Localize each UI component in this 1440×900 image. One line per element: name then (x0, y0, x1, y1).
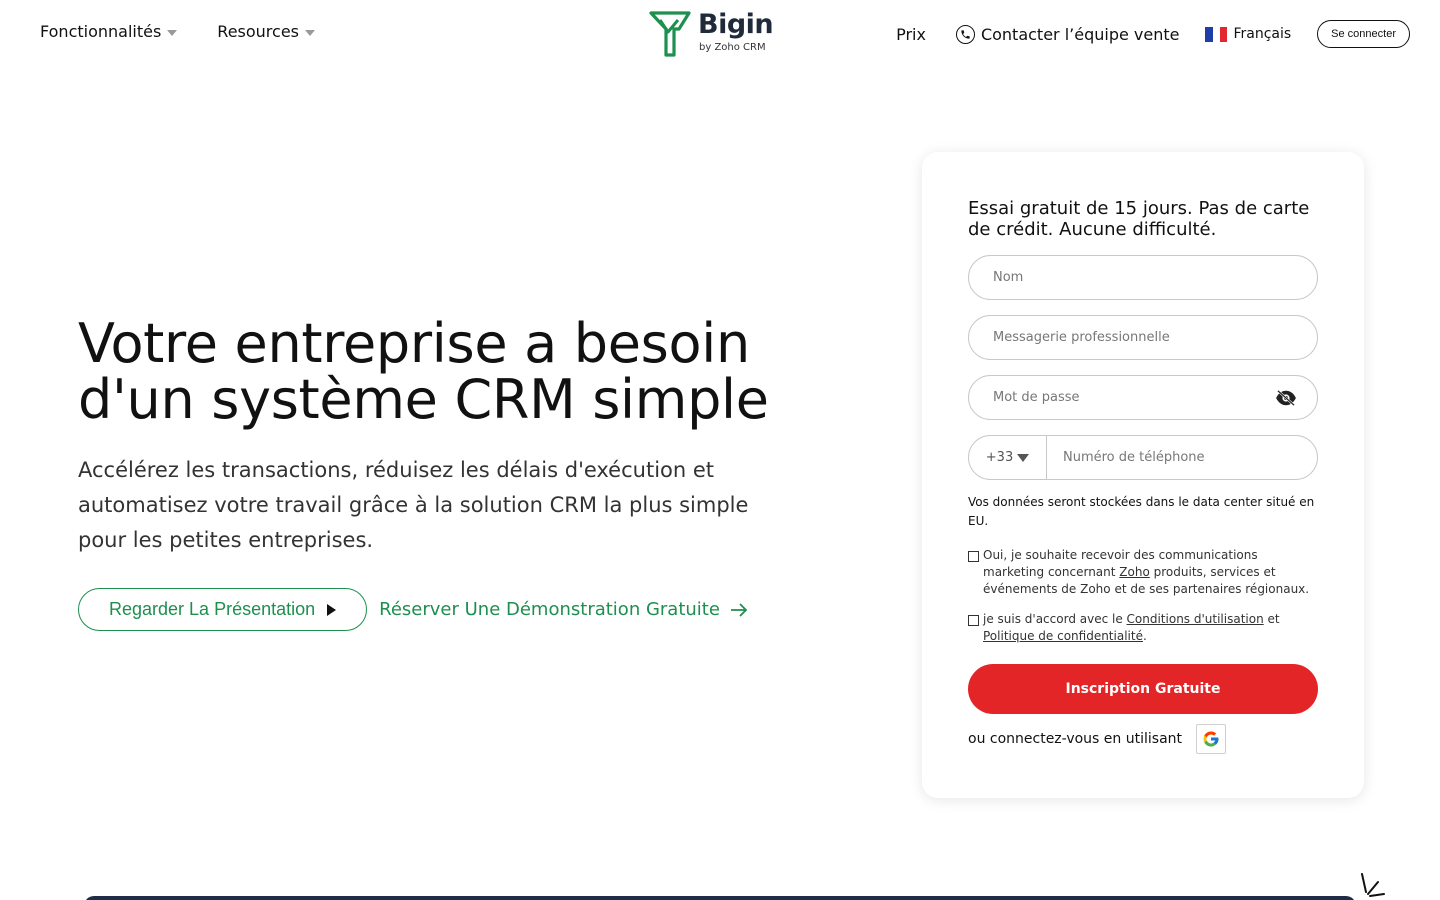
hero-subtitle: Accélérez les transactions, réduisez les… (78, 458, 749, 552)
marketing-consent: Oui, je souhaite recevoir des communicat… (968, 547, 1318, 598)
signup-title: Essai gratuit de 15 jours. Pas de carte … (968, 198, 1310, 240)
play-icon (327, 603, 337, 616)
book-demo-label: Réserver Une Démonstration Gratuite (379, 599, 720, 620)
social-signin: ou connectez-vous en utilisant (968, 724, 1227, 754)
chevron-down-icon (305, 30, 316, 36)
marketing-consent-text: Oui, je souhaite recevoir des communicat… (983, 547, 1318, 598)
arrow-right-icon (730, 602, 748, 617)
google-signin-button[interactable] (1196, 724, 1227, 754)
logo-wordmark: Bigin (698, 9, 774, 40)
google-icon (1203, 731, 1219, 747)
bigin-logo[interactable]: Bigin by Zoho CRM (648, 9, 774, 58)
password-field (968, 375, 1318, 420)
phone-field: +33 (968, 435, 1318, 480)
login-button[interactable]: Se connecter (1317, 20, 1410, 48)
language-label: Français (1233, 26, 1292, 42)
terms-of-use-link[interactable]: Conditions d'utilisation (1127, 612, 1264, 626)
data-center-note: Vos données seront stockées dans le data… (968, 495, 1315, 528)
bigin-logo-icon (649, 11, 691, 57)
phone-input[interactable] (1047, 436, 1317, 479)
watch-video-label: Regarder La Présentation (109, 599, 316, 619)
top-navigation: Fonctionnalités Resources Bigin by Zoho … (0, 0, 1440, 68)
nav-contact-sales-link[interactable]: Contacter l’équipe vente (955, 24, 1180, 44)
nav-features-label: Fonctionnalités (40, 22, 162, 41)
terms-checkbox[interactable] (968, 615, 979, 626)
nav-pricing-link[interactable]: Prix (896, 25, 926, 44)
nav-contact-sales-label: Contacter l’équipe vente (980, 24, 1180, 44)
phone-icon (955, 24, 975, 44)
terms-consent-text: je suis d'accord avec le Conditions d'ut… (983, 611, 1318, 645)
free-signup-button[interactable]: Inscription Gratuite (968, 664, 1318, 714)
logo-subtitle: by Zoho CRM (699, 42, 766, 53)
nav-features-menu[interactable]: Fonctionnalités (40, 22, 178, 41)
flag-fr-icon (1205, 26, 1228, 42)
email-input[interactable] (969, 316, 1317, 359)
country-code-value: +33 (985, 450, 1014, 465)
marketing-checkbox[interactable] (968, 551, 979, 562)
watch-video-button[interactable]: Regarder La Présentation (78, 588, 368, 631)
hero-actions: Regarder La Présentation Réserver Une Dé… (78, 588, 748, 631)
country-code-select[interactable]: +33 (969, 436, 1047, 479)
terms-text-pre: je suis d'accord avec le (983, 612, 1127, 626)
privacy-policy-link[interactable]: Politique de confidentialité (983, 629, 1143, 643)
book-demo-link[interactable]: Réserver Une Démonstration Gratuite (379, 599, 748, 620)
nav-resources-menu[interactable]: Resources (217, 22, 316, 41)
terms-text-end: . (1142, 629, 1147, 643)
next-section-band (84, 896, 1356, 900)
nav-right: Prix Contacter l’équipe vente Français S… (896, 20, 1410, 48)
terms-text-mid: et (1263, 612, 1280, 626)
chevron-down-icon (167, 30, 178, 36)
social-signin-text: ou connectez-vous en utilisant (968, 731, 1183, 747)
password-input[interactable] (969, 376, 1317, 419)
language-selector[interactable]: Français (1205, 26, 1291, 42)
zoho-link[interactable]: Zoho (1119, 565, 1150, 579)
hero-title: Votre entreprise a besoin d'un système C… (78, 312, 769, 431)
email-field (968, 315, 1318, 360)
chevron-down-icon (1017, 453, 1030, 462)
terms-consent: je suis d'accord avec le Conditions d'ut… (968, 611, 1318, 645)
signup-card: Essai gratuit de 15 jours. Pas de carte … (922, 152, 1364, 798)
name-field (968, 255, 1318, 300)
nav-resources-label: Resources (217, 22, 300, 41)
nav-left: Fonctionnalités Resources (40, 22, 316, 41)
logo-text: Bigin by Zoho CRM (698, 9, 774, 54)
eye-slash-icon[interactable] (1275, 389, 1297, 407)
sparkle-decoration-icon (1361, 873, 1385, 897)
name-input[interactable] (969, 256, 1317, 299)
